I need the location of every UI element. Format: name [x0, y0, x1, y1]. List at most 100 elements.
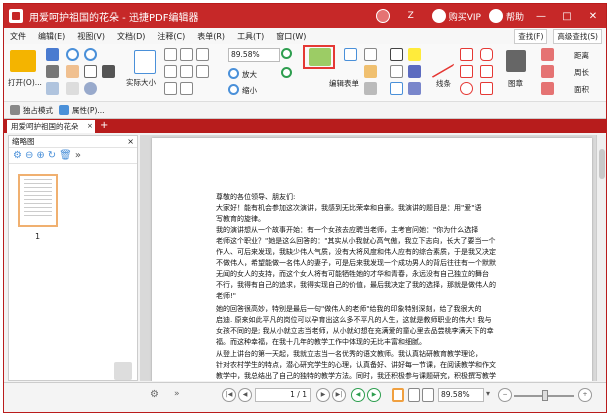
status-zoom-select[interactable]: 89.58%	[438, 388, 484, 402]
panel-close-icon[interactable]: ×	[127, 136, 134, 148]
pencil-icon[interactable]	[480, 65, 493, 78]
properties-icon[interactable]	[59, 105, 69, 115]
area-button[interactable]: 面积	[574, 84, 589, 95]
menu-tools[interactable]: 工具(T)	[231, 31, 270, 42]
skin-icon[interactable]	[375, 9, 390, 23]
continuous-view-icon[interactable]	[408, 388, 420, 402]
scrollbar-thumb[interactable]	[599, 149, 605, 179]
menu-comment[interactable]: 注释(C)	[151, 31, 191, 42]
thumbnail-zoom-in-icon[interactable]: ⊕	[36, 150, 44, 161]
menu-file[interactable]: 文件	[4, 31, 32, 42]
zoom-in-button[interactable]: 放大	[242, 69, 257, 80]
help-icon[interactable]	[488, 9, 503, 23]
forward-button[interactable]: ▶	[367, 388, 381, 402]
menu-document[interactable]: 文档(D)	[111, 31, 151, 42]
next-page-button[interactable]: ▶	[316, 388, 330, 402]
zoom-out-button[interactable]: 缩小	[242, 85, 257, 96]
minimize-button[interactable]: —	[528, 4, 554, 28]
zoom-in-icon[interactable]	[228, 68, 239, 79]
page-thumbnail[interactable]	[18, 174, 58, 227]
facing-view-icon[interactable]	[422, 388, 434, 402]
continuous-icon[interactable]	[196, 65, 209, 78]
status-zoom-out-button[interactable]: −	[498, 388, 512, 402]
ribbon-zoom-select[interactable]: 89.58%	[228, 48, 280, 62]
maximize-button[interactable]: □	[554, 4, 580, 28]
open-button[interactable]: 打开(O)...	[8, 77, 42, 88]
rotate-icon[interactable]	[281, 67, 292, 78]
vertical-scrollbar[interactable]	[596, 135, 606, 381]
rectangle-icon[interactable]	[460, 65, 473, 78]
status-more-icon[interactable]: »	[174, 389, 180, 399]
zoom-dropdown-icon[interactable]: ▾	[486, 389, 490, 398]
email-icon[interactable]	[46, 82, 59, 95]
menu-window[interactable]: 窗口(W)	[270, 31, 312, 42]
status-zoom-in-button[interactable]: +	[578, 388, 592, 402]
single-page-icon[interactable]	[164, 65, 177, 78]
single-page-view-icon[interactable]	[392, 388, 404, 402]
edit-text-icon[interactable]	[344, 48, 357, 61]
menu-view[interactable]: 视图(V)	[71, 31, 111, 42]
attach-icon[interactable]	[408, 65, 421, 78]
redo-icon[interactable]	[84, 48, 97, 61]
area-icon[interactable]	[541, 82, 554, 95]
cloud-icon[interactable]	[480, 48, 493, 61]
stamp-icon[interactable]	[506, 50, 526, 72]
menu-form[interactable]: 表单(R)	[191, 31, 231, 42]
undo-icon[interactable]	[66, 48, 79, 61]
hand-tool-icon[interactable]	[66, 65, 79, 78]
fit-width-icon[interactable]	[180, 48, 193, 61]
exclusive-mode-button[interactable]: 独占模式	[23, 105, 53, 116]
copy-pages-icon[interactable]	[114, 362, 132, 380]
thumbnail-rotate-icon[interactable]: ↻	[48, 150, 56, 161]
perimeter-icon[interactable]	[541, 65, 554, 78]
refresh-icon[interactable]	[281, 48, 292, 59]
thumbnail-delete-icon[interactable]: 🗑	[59, 150, 72, 161]
thumbnail-zoom-out-icon[interactable]: ⊖	[25, 150, 33, 161]
typewriter-icon[interactable]	[390, 48, 403, 61]
exclusive-mode-icon[interactable]	[10, 105, 20, 115]
user-label[interactable]: Z	[408, 11, 414, 21]
first-page-button[interactable]: |◀	[222, 388, 236, 402]
form-field-icon[interactable]	[364, 48, 377, 61]
actual-size-button[interactable]: 实际大小	[126, 77, 156, 88]
fit-page-icon[interactable]	[164, 48, 177, 61]
oval-icon[interactable]	[460, 82, 473, 95]
actual-size-icon[interactable]	[134, 50, 156, 74]
previous-page-button[interactable]: ◀	[238, 388, 252, 402]
tab-document[interactable]: 用爱呵护祖国的花朵 ×	[7, 120, 95, 133]
select-tool-icon[interactable]	[84, 65, 97, 78]
zoom-out-icon[interactable]	[228, 84, 239, 95]
new-tab-button[interactable]: +	[100, 119, 108, 132]
note-icon[interactable]	[408, 48, 421, 61]
perimeter-button[interactable]: 周长	[574, 67, 589, 78]
properties-button[interactable]: 属性(P)...	[72, 105, 105, 116]
distance-button[interactable]: 距离	[574, 50, 589, 61]
two-page-icon[interactable]	[180, 65, 193, 78]
document-view[interactable]: 尊敬的各位领导、朋友们: 大家好！能有机会参加这次演讲，我感到无比荣幸和自豪。我…	[140, 135, 606, 381]
tab-close-icon[interactable]: ×	[87, 120, 93, 133]
print-icon[interactable]	[46, 65, 59, 78]
thumbnail-more-icon[interactable]: »	[75, 150, 81, 161]
buy-vip-button[interactable]: 购买VIP	[449, 10, 481, 23]
help-button[interactable]: 帮助	[506, 10, 524, 23]
back-button[interactable]: ◀	[351, 388, 365, 402]
stamp-button[interactable]: 图章	[508, 78, 523, 89]
vip-icon[interactable]	[431, 9, 446, 23]
link-icon[interactable]	[364, 82, 377, 95]
highlight-icon[interactable]	[390, 82, 403, 95]
fit-visible-icon[interactable]	[196, 48, 209, 61]
line-tool-icon[interactable]	[432, 45, 454, 79]
zoom-slider-handle[interactable]	[542, 390, 548, 401]
advanced-search-button[interactable]: 高级查找(S)	[553, 29, 602, 44]
sound-icon[interactable]	[408, 82, 421, 95]
status-options-icon[interactable]: ⚙	[150, 389, 159, 400]
add-image-icon[interactable]	[364, 65, 377, 78]
save-icon[interactable]	[46, 48, 59, 61]
rotate-left-icon[interactable]	[164, 82, 177, 95]
eraser-icon[interactable]	[480, 82, 493, 95]
edit-form-button[interactable]: 编辑表单	[329, 78, 359, 89]
search-button[interactable]: 查找(F)	[514, 29, 548, 44]
page-number-input[interactable]: 1 / 1	[255, 388, 311, 402]
line-button[interactable]: 线条	[436, 78, 451, 89]
open-folder-icon[interactable]	[10, 50, 36, 72]
